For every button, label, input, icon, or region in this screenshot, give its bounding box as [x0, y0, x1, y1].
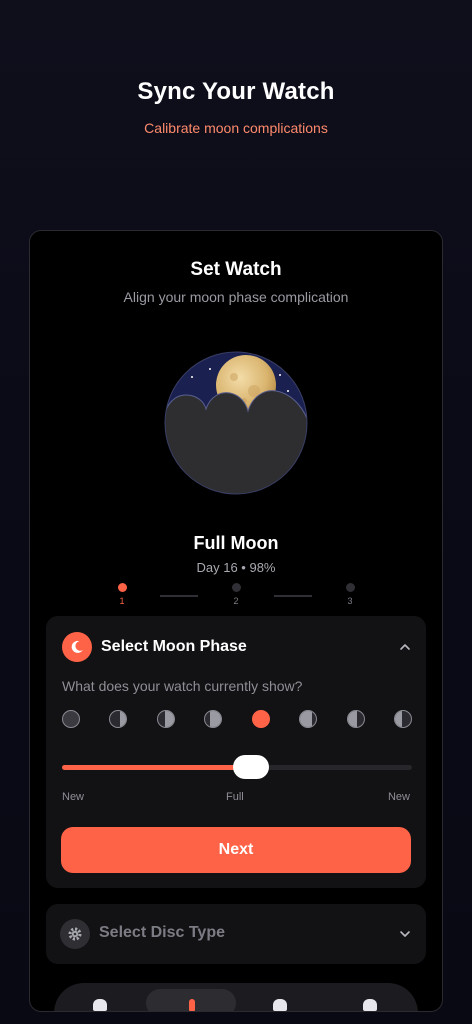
card-subtitle: Align your moon phase complication	[123, 289, 349, 305]
tab-sync[interactable]	[172, 995, 212, 1011]
select-disc-type-panel[interactable]: Select Disc Type	[46, 904, 426, 964]
page-subtitle: Calibrate moon complications	[144, 120, 328, 136]
slider-thumb[interactable]	[233, 755, 269, 779]
moon-phase-option[interactable]	[157, 710, 175, 728]
moon-phase-option[interactable]	[62, 710, 80, 728]
moon-phase-lit-portion	[300, 711, 312, 727]
chevron-down-icon[interactable]	[398, 927, 412, 941]
gear-icon	[60, 919, 90, 949]
set-watch-card: Set Watch Align your moon phase complica…	[29, 230, 443, 1012]
step-dot	[117, 583, 127, 592]
scale-label-new-start: New	[62, 791, 85, 803]
tab-home[interactable]	[80, 995, 120, 1011]
moon-phase-option[interactable]	[347, 710, 365, 728]
slider-fill	[62, 765, 251, 770]
bottom-tab-bar	[54, 983, 418, 1011]
tab-settings[interactable]	[350, 995, 390, 1011]
step-connector	[274, 595, 312, 597]
sync-icon	[189, 999, 195, 1011]
chevron-up-icon[interactable]	[398, 640, 412, 654]
step-dot	[231, 583, 241, 592]
disc-type-panel-title: Select Disc Type	[99, 924, 225, 941]
page-header: Sync Your Watch Calibrate moon complicat…	[0, 78, 472, 136]
step-1[interactable]: 1	[112, 583, 132, 606]
moon-phase-slider[interactable]	[62, 755, 412, 779]
moon-phase-lit-portion	[395, 711, 402, 727]
moon-dial-illustration	[164, 351, 308, 495]
moon-phase-lit-portion	[165, 711, 174, 727]
moon-phase-question: What does your watch currently show?	[62, 678, 303, 694]
step-number: 2	[233, 596, 239, 606]
moon-phase-option[interactable]	[252, 710, 270, 728]
step-number: 3	[347, 596, 353, 606]
current-phase-info: Day 16 • 98%	[196, 560, 276, 575]
moon-phase-lit-portion	[348, 711, 357, 727]
current-phase-name: Full Moon	[193, 533, 279, 553]
moon-dial-graphic	[164, 351, 308, 495]
moon-phase-lit-portion	[119, 711, 126, 727]
step-connector	[160, 595, 198, 597]
step-dot	[345, 583, 355, 592]
step-number: 1	[119, 596, 125, 606]
crescent-moon-icon	[62, 632, 92, 662]
moon-phase-option[interactable]	[204, 710, 222, 728]
settings-icon	[363, 999, 377, 1011]
page-title: Sync Your Watch	[137, 78, 335, 105]
scale-label-new-end: New	[387, 791, 410, 803]
moon-phase-option[interactable]	[394, 710, 412, 728]
scale-label-full: Full	[226, 791, 244, 803]
calendar-icon	[273, 999, 287, 1011]
select-moon-phase-panel: Select Moon Phase What does your watch c…	[46, 616, 426, 888]
moon-phase-option[interactable]	[299, 710, 317, 728]
moon-phase-lit-portion	[209, 711, 221, 727]
moon-phase-panel-title: Select Moon Phase	[101, 638, 247, 655]
tab-calendar[interactable]	[260, 995, 300, 1011]
card-title: Set Watch	[190, 259, 282, 280]
moon-phase-panel-header[interactable]: Select Moon Phase	[62, 632, 247, 662]
home-icon	[93, 999, 107, 1011]
moon-phase-options	[62, 710, 412, 730]
step-indicator: 1 2 3	[30, 583, 442, 613]
step-2[interactable]: 2	[226, 583, 246, 606]
next-button[interactable]: Next	[61, 827, 411, 873]
step-3[interactable]: 3	[340, 583, 360, 606]
moon-phase-option[interactable]	[109, 710, 127, 728]
